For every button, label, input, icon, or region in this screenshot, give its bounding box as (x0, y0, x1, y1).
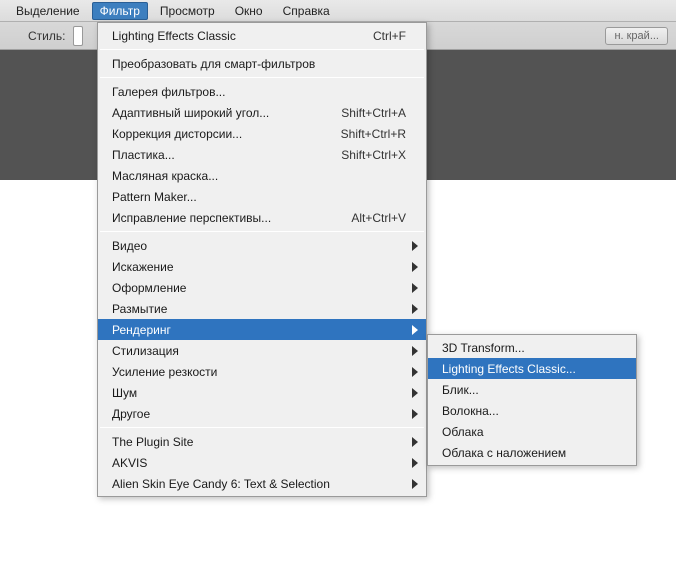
menu-label: Pattern Maker... (112, 190, 406, 204)
filter-akvis[interactable]: AKVIS (98, 452, 426, 473)
chevron-right-icon (412, 325, 418, 335)
filter-video[interactable]: Видео (98, 235, 426, 256)
menu-label: Преобразовать для смарт-фильтров (112, 57, 406, 71)
menu-label: Исправление перспективы... (112, 211, 351, 225)
menu-label: Галерея фильтров... (112, 85, 406, 99)
menu-label: Размытие (112, 302, 406, 316)
menu-label: Видео (112, 239, 406, 253)
render-difference-clouds[interactable]: Облака с наложением (428, 442, 636, 463)
render-3d-transform[interactable]: 3D Transform... (428, 337, 636, 358)
filter-sharpen[interactable]: Усиление резкости (98, 361, 426, 382)
menu-label: Блик... (442, 383, 479, 397)
menu-label: Пластика... (112, 148, 341, 162)
render-lighting-effects-classic[interactable]: Lighting Effects Classic... (428, 358, 636, 379)
filter-other[interactable]: Другое (98, 403, 426, 424)
render-submenu: 3D Transform... Lighting Effects Classic… (427, 334, 637, 466)
filter-pixelate[interactable]: Оформление (98, 277, 426, 298)
menu-select[interactable]: Выделение (8, 2, 88, 20)
crop-edge-button[interactable]: н. край... (605, 27, 668, 45)
filter-pattern-maker[interactable]: Pattern Maker... (98, 186, 426, 207)
filter-liquify[interactable]: Пластика... Shift+Ctrl+X (98, 144, 426, 165)
filter-oil-paint[interactable]: Масляная краска... (98, 165, 426, 186)
filter-blur[interactable]: Размытие (98, 298, 426, 319)
filter-gallery[interactable]: Галерея фильтров... (98, 81, 426, 102)
chevron-right-icon (412, 283, 418, 293)
filter-alien-skin[interactable]: Alien Skin Eye Candy 6: Text & Selection (98, 473, 426, 494)
filter-stylize[interactable]: Стилизация (98, 340, 426, 361)
menu-label: Облака (442, 425, 484, 439)
chevron-right-icon (412, 437, 418, 447)
menu-filter[interactable]: Фильтр (92, 2, 148, 20)
separator (100, 231, 424, 232)
filter-dropdown: Lighting Effects Classic Ctrl+F Преобраз… (97, 22, 427, 497)
menu-label: Усиление резкости (112, 365, 406, 379)
menu-label: Шум (112, 386, 406, 400)
chevron-right-icon (412, 479, 418, 489)
style-select[interactable] (73, 26, 83, 46)
menu-label: Lighting Effects Classic... (442, 362, 576, 376)
menu-view[interactable]: Просмотр (152, 2, 223, 20)
separator (100, 49, 424, 50)
menu-label: Рендеринг (112, 323, 406, 337)
menu-shortcut: Shift+Ctrl+X (341, 148, 406, 162)
render-fibers[interactable]: Волокна... (428, 400, 636, 421)
style-label: Стиль: (28, 29, 65, 43)
menu-label: Alien Skin Eye Candy 6: Text & Selection (112, 477, 406, 491)
menu-label: Lighting Effects Classic (112, 29, 373, 43)
filter-vanishing-point[interactable]: Исправление перспективы... Alt+Ctrl+V (98, 207, 426, 228)
menubar: Выделение Фильтр Просмотр Окно Справка (0, 0, 676, 22)
menu-label: The Plugin Site (112, 435, 406, 449)
filter-adaptive-wide-angle[interactable]: Адаптивный широкий угол... Shift+Ctrl+A (98, 102, 426, 123)
render-lens-flare[interactable]: Блик... (428, 379, 636, 400)
menu-label: Стилизация (112, 344, 406, 358)
menu-label: AKVIS (112, 456, 406, 470)
chevron-right-icon (412, 262, 418, 272)
filter-last[interactable]: Lighting Effects Classic Ctrl+F (98, 25, 426, 46)
menu-label: Искажение (112, 260, 406, 274)
filter-plugin-site[interactable]: The Plugin Site (98, 431, 426, 452)
menu-window[interactable]: Окно (227, 2, 271, 20)
filter-convert-smart[interactable]: Преобразовать для смарт-фильтров (98, 53, 426, 74)
menu-shortcut: Shift+Ctrl+R (341, 127, 406, 141)
chevron-right-icon (412, 458, 418, 468)
render-clouds[interactable]: Облака (428, 421, 636, 442)
menu-label: Оформление (112, 281, 406, 295)
menu-label: Адаптивный широкий угол... (112, 106, 341, 120)
filter-distort[interactable]: Искажение (98, 256, 426, 277)
menu-label: Другое (112, 407, 406, 421)
menu-label: Облака с наложением (442, 446, 566, 460)
menu-help[interactable]: Справка (275, 2, 338, 20)
chevron-right-icon (412, 346, 418, 356)
menu-label: Масляная краска... (112, 169, 406, 183)
separator (100, 77, 424, 78)
chevron-right-icon (412, 304, 418, 314)
filter-render[interactable]: Рендеринг (98, 319, 426, 340)
chevron-right-icon (412, 409, 418, 419)
menu-shortcut: Alt+Ctrl+V (351, 211, 406, 225)
menu-label: 3D Transform... (442, 341, 525, 355)
menu-shortcut: Ctrl+F (373, 29, 406, 43)
chevron-right-icon (412, 241, 418, 251)
menu-label: Коррекция дисторсии... (112, 127, 341, 141)
menu-shortcut: Shift+Ctrl+A (341, 106, 406, 120)
separator (100, 427, 424, 428)
menu-label: Волокна... (442, 404, 499, 418)
chevron-right-icon (412, 388, 418, 398)
filter-noise[interactable]: Шум (98, 382, 426, 403)
chevron-right-icon (412, 367, 418, 377)
filter-lens-correction[interactable]: Коррекция дисторсии... Shift+Ctrl+R (98, 123, 426, 144)
